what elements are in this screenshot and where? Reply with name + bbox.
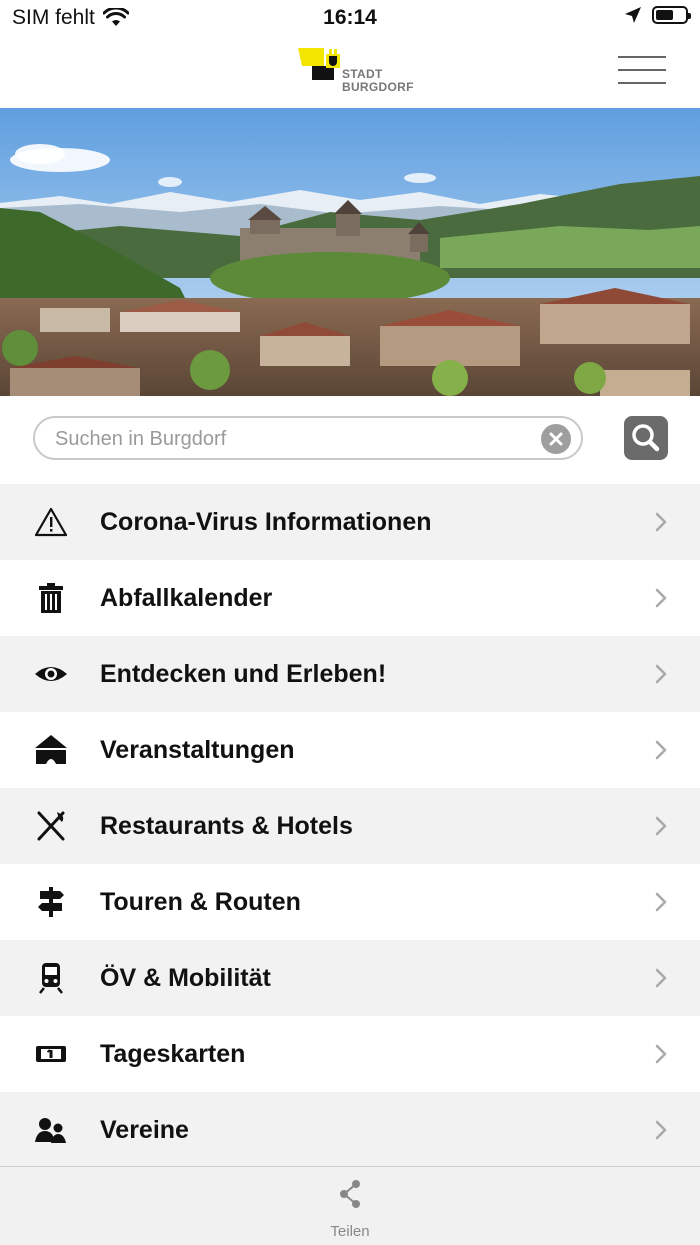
app-header: STADT BURGDORF [0,36,700,109]
list-item-label: Tageskarten [100,1040,246,1068]
search-input[interactable] [53,418,537,460]
chevron-right-icon [655,588,667,608]
list-item-label: Abfallkalender [100,584,273,612]
search-bar [0,396,700,484]
list-item-vereine[interactable]: Vereine [0,1092,700,1168]
chevron-right-icon [655,816,667,836]
chevron-right-icon [655,1044,667,1064]
logo-text: STADT BURGDORF [342,68,414,94]
warning-icon [34,507,68,537]
clock: 16:14 [323,6,377,29]
list-item-label: Corona-Virus Informationen [100,508,432,536]
list-item-corona-info[interactable]: Corona-Virus Informationen [0,484,700,560]
menu-line-icon [618,69,666,71]
share-label: Teilen [330,1223,370,1240]
chevron-right-icon [655,1120,667,1140]
menu-line-icon [618,82,666,84]
chevron-right-icon [655,740,667,760]
main-menu-list: Corona-Virus Informationen Abfallkalende… [0,484,700,1168]
hamburger-menu-button[interactable] [618,56,666,86]
chevron-right-icon [655,968,667,988]
eye-icon [35,667,67,681]
share-icon [340,1180,360,1208]
close-icon [549,432,563,446]
list-item-label: ÖV & Mobilität [100,964,271,992]
chevron-right-icon [655,512,667,532]
stadt-burgdorf-logo[interactable]: STADT BURGDORF [298,46,413,98]
logo-line-burgdorf: BURGDORF [342,80,414,94]
chevron-right-icon [655,664,667,684]
chevron-right-icon [655,892,667,912]
search-button[interactable] [624,416,668,460]
search-icon [632,424,660,452]
tent-icon [35,735,67,764]
cutlery-icon [37,811,65,841]
list-item-tageskarten[interactable]: Tageskarten [0,1016,700,1092]
status-icons [624,6,691,24]
people-icon [35,1118,66,1143]
list-item-label: Restaurants & Hotels [100,812,353,840]
clear-search-button[interactable] [541,424,571,454]
hero-landscape [0,108,700,396]
search-field-container[interactable] [33,416,583,460]
ticket-icon [36,1046,66,1062]
battery-icon [652,6,691,24]
bottom-tab-bar: Teilen [0,1166,700,1245]
list-item-label: Veranstaltungen [100,736,295,764]
logo-mark-icon [298,48,340,80]
status-bar: SIM fehlt 16:14 [0,0,700,36]
list-item-label: Entdecken und Erleben! [100,660,387,688]
list-item-veranstaltungen[interactable]: Veranstaltungen [0,712,700,788]
list-item-label: Touren & Routen [100,888,301,916]
list-item-oev-mobilitaet[interactable]: ÖV & Mobilität [0,940,700,1016]
hero-image-burgdorf [0,108,700,396]
trash-icon [39,583,63,613]
list-item-restaurants-hotels[interactable]: Restaurants & Hotels [0,788,700,864]
train-icon [39,963,63,994]
share-button[interactable]: Teilen [310,1177,390,1240]
list-item-touren-routen[interactable]: Touren & Routen [0,864,700,940]
list-item-label: Vereine [100,1116,189,1144]
list-item-entdecken[interactable]: Entdecken und Erleben! [0,636,700,712]
list-item-abfallkalender[interactable]: Abfallkalender [0,560,700,636]
location-arrow-icon [625,7,641,23]
signpost-icon [38,887,64,917]
menu-line-icon [618,56,666,58]
